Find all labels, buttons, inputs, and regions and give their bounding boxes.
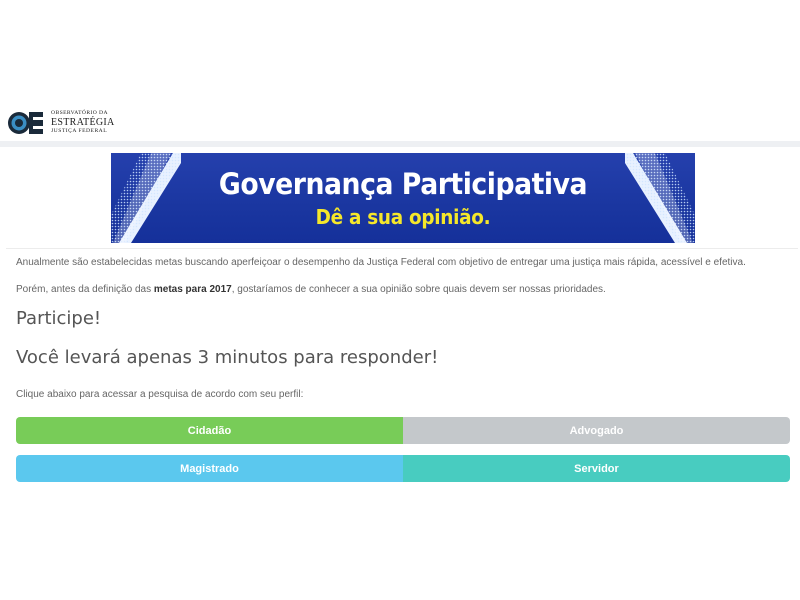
main-content: Governança Participativa Dê a sua opiniã…	[6, 147, 798, 489]
banner-divider	[6, 248, 798, 249]
intro-text-start: Porém, antes da definição das	[16, 284, 154, 295]
metas-highlight: metas para 2017	[153, 284, 232, 295]
participe-heading: Participe!	[16, 308, 102, 329]
profile-buttons-row-1: Cidadão Advogado	[16, 417, 790, 444]
servidor-button[interactable]: Servidor	[403, 455, 790, 482]
intro-paragraph-2: Porém, antes da definição das metas para…	[16, 284, 606, 295]
banner-subtitle: Dê a sua opinião.	[315, 205, 491, 229]
intro-text-end: , gostaríamos de conhecer a sua opinião …	[231, 284, 606, 295]
banner: Governança Participativa Dê a sua opiniã…	[111, 153, 695, 243]
logo-line2: ESTRATÉGIA	[51, 117, 115, 128]
banner-title: Governança Participativa	[218, 167, 588, 201]
page: OBSERVATÓRIO DA ESTRATÉGIA JUSTIÇA FEDER…	[0, 0, 800, 600]
header: OBSERVATÓRIO DA ESTRATÉGIA JUSTIÇA FEDER…	[0, 105, 800, 141]
oe-logo-icon	[7, 110, 45, 136]
minutes-heading: Você levará apenas 3 minutos para respon…	[16, 347, 439, 368]
advogado-button[interactable]: Advogado	[403, 417, 790, 444]
logo[interactable]: OBSERVATÓRIO DA ESTRATÉGIA JUSTIÇA FEDER…	[7, 108, 115, 138]
instructions-text: Clique abaixo para acessar a pesquisa de…	[16, 389, 304, 400]
intro-paragraph: Anualmente são estabelecidas metas busca…	[16, 257, 746, 268]
cidadao-button[interactable]: Cidadão	[16, 417, 403, 444]
profile-buttons-row-2: Magistrado Servidor	[16, 455, 790, 482]
logo-text: OBSERVATÓRIO DA ESTRATÉGIA JUSTIÇA FEDER…	[51, 111, 115, 134]
logo-line3: JUSTIÇA FEDERAL	[51, 128, 108, 134]
magistrado-button[interactable]: Magistrado	[16, 455, 403, 482]
